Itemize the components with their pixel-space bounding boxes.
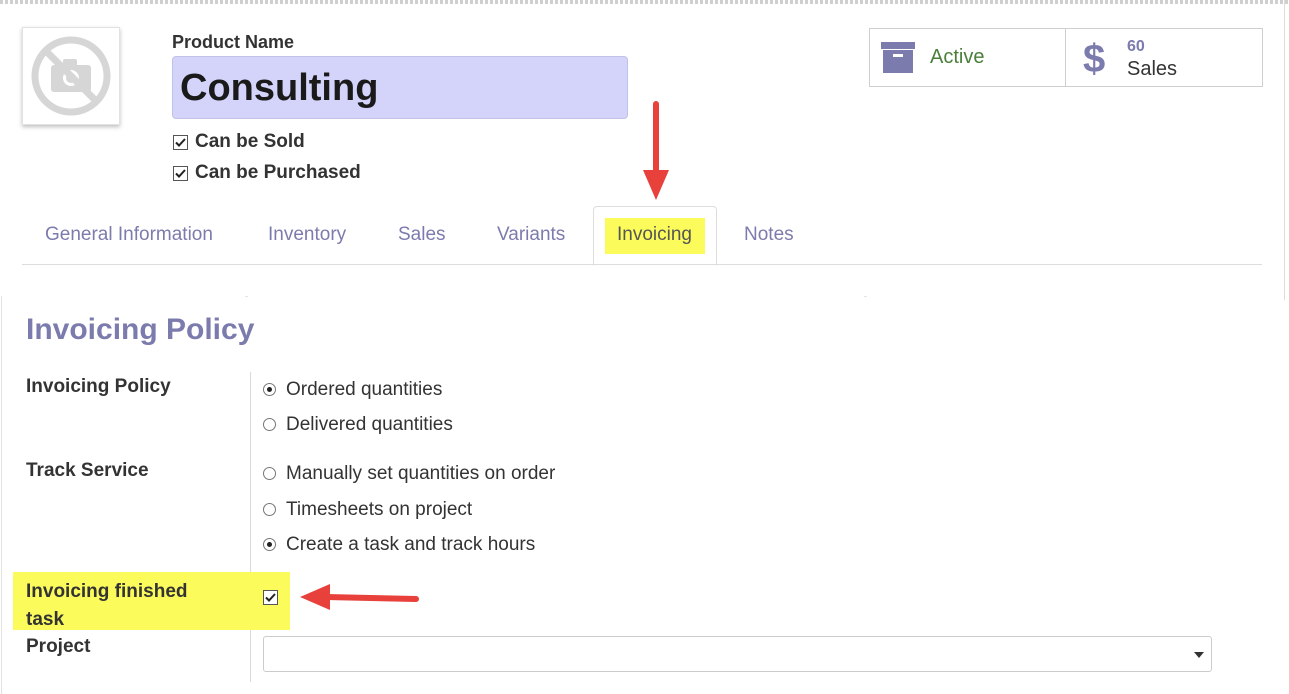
product-name-input[interactable]: Consulting [172,56,628,119]
invoicing-finished-task-label: Invoicing finished task [26,581,188,630]
radio-create-task-dot[interactable] [263,538,276,551]
no-image-camera-icon [31,36,111,116]
tab-sales[interactable]: Sales [398,224,446,246]
radio-delivered-quantities-dot[interactable] [263,418,276,431]
project-label: Project [26,636,91,657]
product-name-label: Product Name [172,32,295,52]
can-be-purchased-label: Can be Purchased [195,162,361,183]
can-be-purchased-checkbox[interactable] [173,166,188,181]
invoicing-policy-label: Invoicing Policy [26,376,171,397]
sales-smart-button[interactable]: $ 60 Sales [1065,28,1263,87]
radio-ordered-quantities-label: Ordered quantities [286,379,443,400]
radio-delivered-quantities-label: Delivered quantities [286,414,453,435]
radio-manually-set-label: Manually set quantities on order [286,463,556,484]
tab-variants[interactable]: Variants [497,224,565,246]
tab-general-information[interactable]: General Information [45,224,213,246]
chevron-down-icon[interactable] [1194,652,1204,658]
radio-create-task-label: Create a task and track hours [286,534,536,555]
tab-notes[interactable]: Notes [744,224,794,246]
invoicing-finished-task-checkbox[interactable] [263,590,278,605]
annotation-arrow-down [643,101,669,200]
tab-inventory[interactable]: Inventory [268,224,346,246]
active-label: Active [930,46,985,68]
radio-timesheets-dot[interactable] [263,503,276,516]
project-select[interactable] [263,636,1212,672]
right-border [1284,0,1285,300]
product-image[interactable] [22,27,120,125]
sales-count: 60 [1127,38,1145,55]
label-column-divider [250,372,251,682]
track-service-label: Track Service [26,460,149,481]
sales-label: Sales [1127,58,1178,80]
active-toggle-button[interactable]: Active [869,28,1066,87]
tabs-baseline [22,264,1262,265]
archive-box-icon [881,42,915,73]
top-border [0,0,1289,4]
radio-timesheets-label: Timesheets on project [286,499,473,520]
can-be-sold-checkbox[interactable] [173,135,188,150]
dollar-icon: $ [1083,37,1106,81]
sheet-corner-mark [245,296,248,297]
annotation-arrow-left [300,584,419,610]
sheet-corner-mark [864,296,867,297]
tab-invoicing[interactable]: Invoicing [617,224,692,246]
sheet-left-border [1,296,2,694]
radio-ordered-quantities-dot[interactable] [263,383,276,396]
radio-manually-set-dot[interactable] [263,467,276,480]
section-title: Invoicing Policy [26,313,255,346]
can-be-sold-label: Can be Sold [195,131,305,152]
